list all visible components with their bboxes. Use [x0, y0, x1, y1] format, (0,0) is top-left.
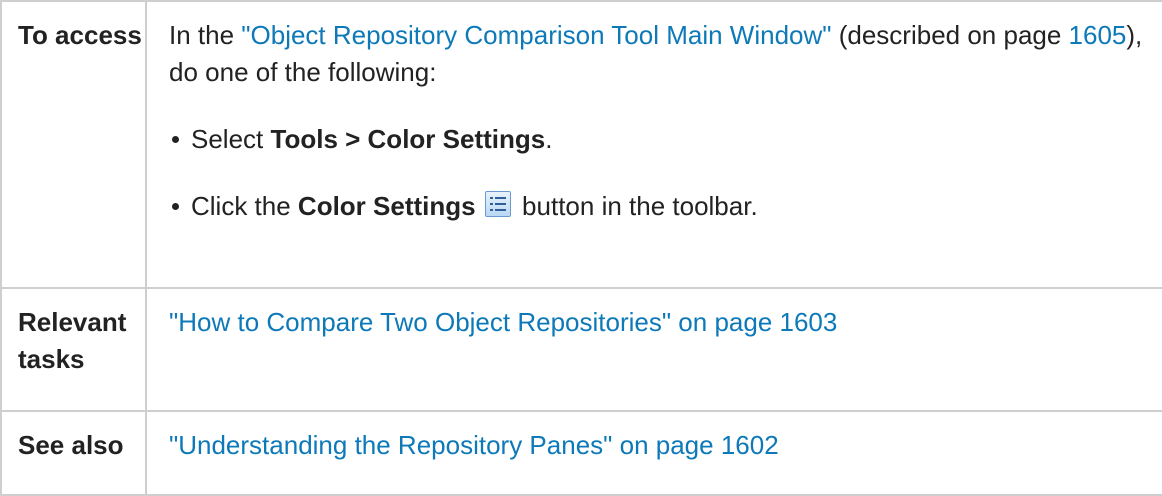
step1-prefix: Select — [191, 124, 271, 154]
table-row: See also "Understanding the Repository P… — [0, 410, 1162, 496]
compare-repositories-link[interactable]: "How to Compare Two Object Repositories"… — [169, 307, 837, 337]
table-row: Relevant tasks "How to Compare Two Objec… — [0, 287, 1162, 412]
step1-menu-path: Tools > Color Settings — [270, 124, 546, 154]
relevant-tasks-content: "How to Compare Two Object Repositories"… — [145, 287, 1162, 412]
list-item: Click the Color Settings button in the t… — [169, 188, 1162, 225]
color-settings-icon — [484, 191, 511, 217]
list-item: Select Tools > Color Settings. — [169, 121, 1162, 158]
repository-panes-link[interactable]: "Understanding the Repository Panes" on … — [169, 430, 779, 460]
intro-text: In the "Object Repository Comparison Too… — [169, 17, 1162, 91]
row-header-see-also: See also — [0, 410, 147, 496]
step2-prefix: Click the — [191, 191, 298, 221]
step2-button-name: Color Settings — [297, 191, 476, 221]
table-row: To access In the "Object Repository Comp… — [0, 0, 1162, 289]
main-window-link[interactable]: "Object Repository Comparison Tool Main … — [241, 20, 831, 50]
intro-prefix: In the — [169, 20, 242, 50]
to-access-content: In the "Object Repository Comparison Too… — [145, 0, 1162, 289]
step2-suffix: button in the toolbar. — [514, 191, 758, 221]
page-1605-link[interactable]: 1605 — [1069, 20, 1127, 50]
bullet-icon — [172, 203, 179, 210]
intro-middle: (described on page — [831, 20, 1069, 50]
bullet-icon — [172, 136, 179, 143]
row-header-relevant-tasks: Relevant tasks — [0, 287, 147, 412]
step1-suffix: . — [545, 124, 553, 154]
access-steps: Select Tools > Color Settings. Click the… — [169, 121, 1162, 225]
see-also-content: "Understanding the Repository Panes" on … — [145, 410, 1162, 496]
info-table: To access In the "Object Repository Comp… — [0, 0, 1162, 496]
row-header-to-access: To access — [0, 0, 147, 289]
